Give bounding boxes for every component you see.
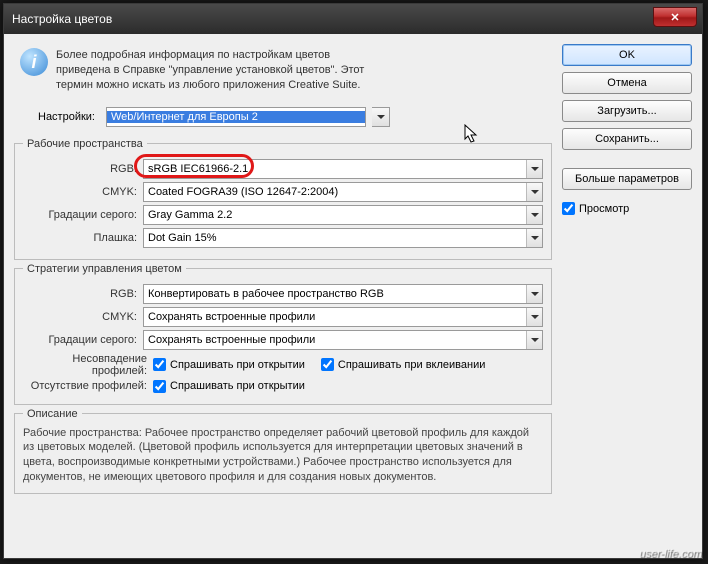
close-icon: ✕ — [670, 11, 679, 24]
mismatch-open-checkbox[interactable] — [153, 358, 166, 371]
cmyk-label: CMYK: — [23, 186, 143, 198]
preview-check[interactable]: Просмотр — [562, 202, 692, 215]
policy-gray-combo[interactable]: Сохранять встроенные профили — [143, 330, 543, 350]
ok-button[interactable]: OK — [562, 44, 692, 66]
close-button[interactable]: ✕ — [653, 7, 697, 27]
chevron-down-icon — [526, 331, 542, 349]
cancel-button[interactable]: Отмена — [562, 72, 692, 94]
settings-combo[interactable]: Web/Интернет для Европы 2 — [106, 107, 366, 127]
policies-group: Стратегии управления цветом RGB: Конверт… — [14, 263, 552, 405]
gray-combo[interactable]: Gray Gamma 2.2 — [143, 205, 543, 225]
settings-label: Настройки: — [38, 111, 100, 123]
workspaces-legend: Рабочие пространства — [23, 138, 147, 150]
chevron-down-icon — [526, 160, 542, 178]
mismatch-open-check[interactable]: Спрашивать при открытии — [153, 358, 305, 371]
rgb-label: RGB: — [23, 163, 143, 175]
rgb-value: sRGB IEC61966-2.1 — [144, 163, 526, 175]
policy-rgb-value: Конвертировать в рабочее пространство RG… — [144, 288, 526, 300]
dialog-content: i Более подробная информация по настройк… — [4, 34, 702, 558]
chevron-down-icon — [526, 183, 542, 201]
gray-value: Gray Gamma 2.2 — [144, 209, 526, 221]
window-title: Настройка цветов — [12, 12, 112, 26]
mismatch-paste-check[interactable]: Спрашивать при вклеивании — [321, 358, 485, 371]
chevron-down-icon — [526, 308, 542, 326]
info-icon: i — [20, 48, 48, 76]
rgb-combo[interactable]: sRGB IEC61966-2.1 — [143, 159, 543, 179]
settings-row: Настройки: Web/Интернет для Европы 2 — [38, 107, 552, 127]
watermark: user-life.com — [639, 548, 702, 560]
mismatch-label: Несовпадение профилей: — [23, 353, 153, 377]
cmyk-value: Coated FOGRA39 (ISO 12647-2:2004) — [144, 186, 526, 198]
right-pane: OK Отмена Загрузить... Сохранить... Боль… — [562, 44, 692, 550]
dialog-window: Настройка цветов ✕ i Более подробная инф… — [3, 3, 703, 559]
spot-value: Dot Gain 15% — [144, 232, 526, 244]
policies-legend: Стратегии управления цветом — [23, 263, 186, 275]
policy-cmyk-combo[interactable]: Сохранять встроенные профили — [143, 307, 543, 327]
policy-rgb-label: RGB: — [23, 288, 143, 300]
info-text: Более подробная информация по настройкам… — [56, 48, 364, 93]
policy-gray-label: Градации серого: — [23, 334, 143, 346]
chevron-down-icon — [526, 206, 542, 224]
chevron-down-icon — [372, 108, 389, 126]
policy-gray-value: Сохранять встроенные профили — [144, 334, 526, 346]
left-pane: i Более подробная информация по настройк… — [14, 44, 552, 550]
mismatch-paste-checkbox[interactable] — [321, 358, 334, 371]
missing-open-check[interactable]: Спрашивать при открытии — [153, 380, 305, 393]
info-box: i Более подробная информация по настройк… — [14, 44, 552, 103]
spot-label: Плашка: — [23, 232, 143, 244]
missing-label: Отсутствие профилей: — [23, 380, 153, 392]
settings-combo-arrow[interactable] — [372, 107, 390, 127]
workspaces-group: Рабочие пространства RGB: sRGB IEC61966-… — [14, 138, 552, 260]
spot-combo[interactable]: Dot Gain 15% — [143, 228, 543, 248]
description-text: Рабочие пространства: Рабочее пространст… — [23, 426, 543, 485]
policy-cmyk-value: Сохранять встроенные профили — [144, 311, 526, 323]
description-group: Описание Рабочие пространства: Рабочее п… — [14, 408, 552, 494]
description-legend: Описание — [23, 408, 82, 420]
preview-checkbox[interactable] — [562, 202, 575, 215]
load-button[interactable]: Загрузить... — [562, 100, 692, 122]
chevron-down-icon — [526, 285, 542, 303]
policy-rgb-combo[interactable]: Конвертировать в рабочее пространство RG… — [143, 284, 543, 304]
gray-label: Градации серого: — [23, 209, 143, 221]
missing-open-checkbox[interactable] — [153, 380, 166, 393]
policy-cmyk-label: CMYK: — [23, 311, 143, 323]
titlebar: Настройка цветов ✕ — [4, 4, 702, 34]
cmyk-combo[interactable]: Coated FOGRA39 (ISO 12647-2:2004) — [143, 182, 543, 202]
save-button[interactable]: Сохранить... — [562, 128, 692, 150]
more-params-button[interactable]: Больше параметров — [562, 168, 692, 190]
chevron-down-icon — [526, 229, 542, 247]
settings-value: Web/Интернет для Европы 2 — [107, 111, 365, 123]
